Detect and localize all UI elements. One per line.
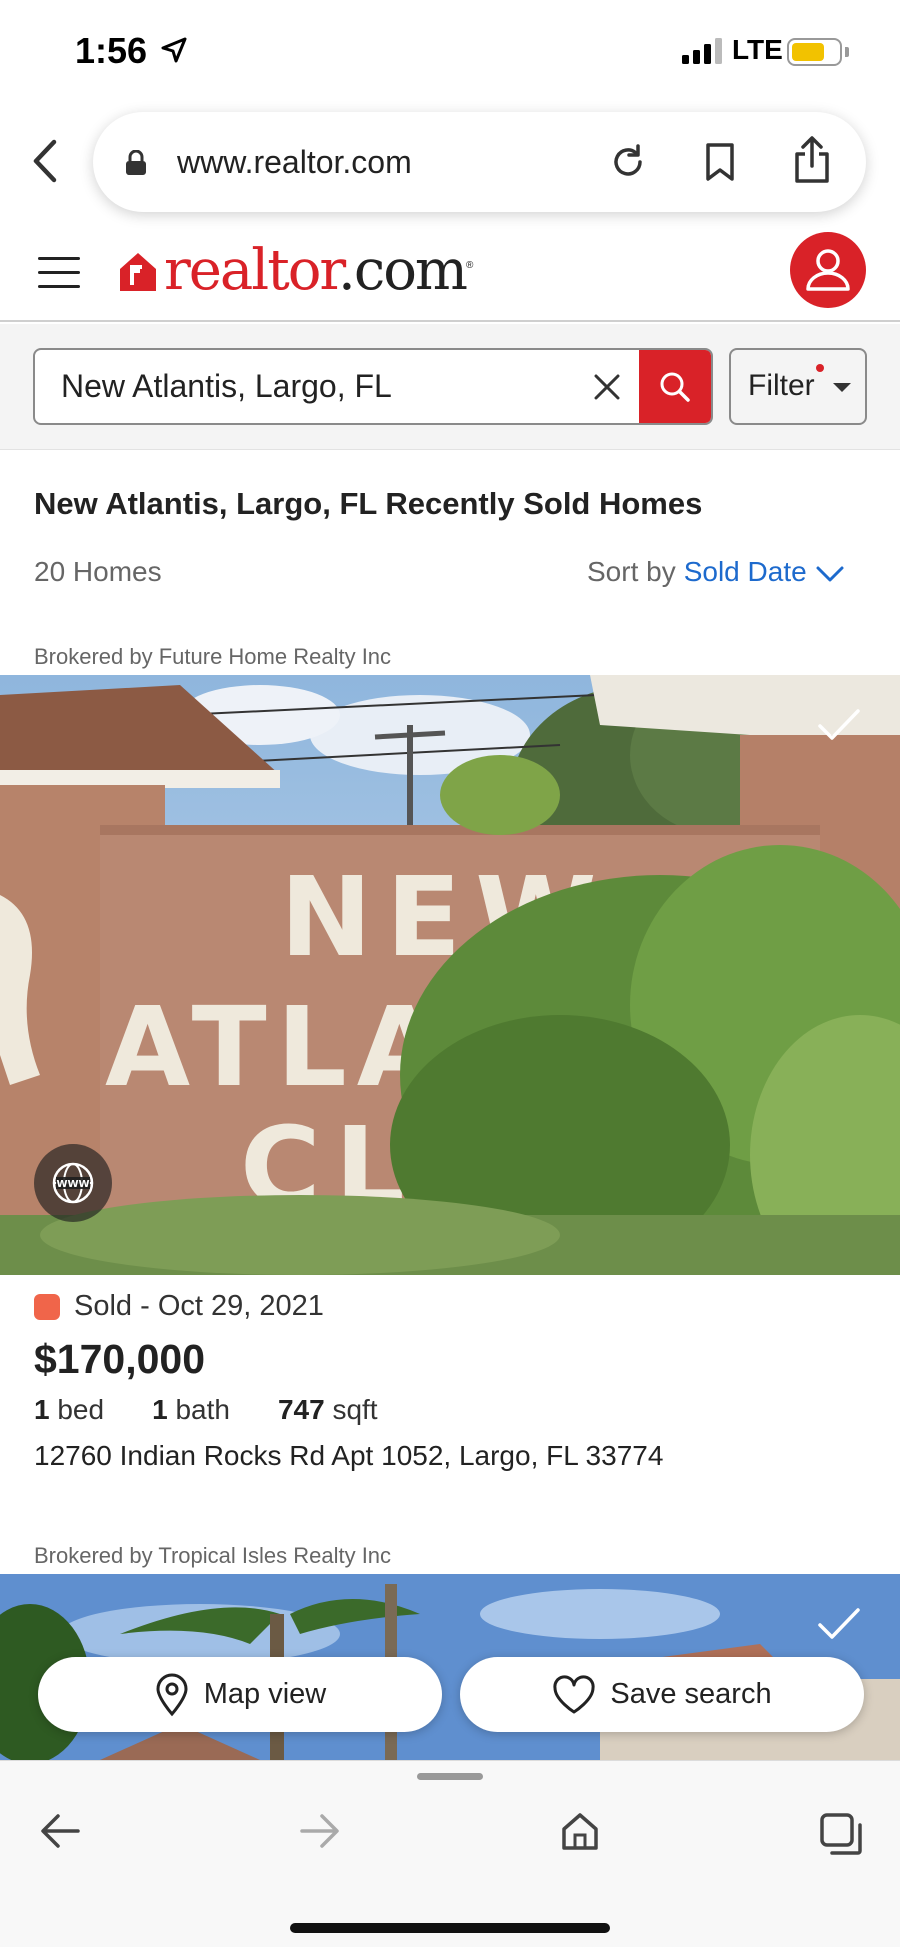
listing-broker: Brokered by Tropical Isles Realty Inc: [34, 1543, 392, 1568]
logo-text: realtor.com: [164, 238, 468, 303]
sort-value[interactable]: Sold Date: [684, 556, 807, 587]
baths-unit: bath: [175, 1394, 230, 1425]
sqft-unit: sqft: [332, 1394, 378, 1425]
chevron-down-icon: [816, 566, 844, 582]
globe-www-icon: WWW: [52, 1162, 94, 1204]
lock-icon: [126, 150, 146, 175]
virtual-tour-badge[interactable]: WWW: [34, 1144, 112, 1222]
search-value: New Atlantis, Largo, FL: [61, 368, 392, 404]
results-title: New Atlantis, Largo, FL Recently Sold Ho…: [34, 486, 703, 521]
bookmark-icon[interactable]: [703, 142, 737, 182]
listing-address[interactable]: 12760 Indian Rocks Rd Apt 1052, Largo, F…: [34, 1440, 663, 1472]
filter-active-dot: [816, 364, 824, 372]
sort-control[interactable]: Sort by Sold Date: [587, 556, 845, 588]
realtor-logo[interactable]: realtor.com ®: [118, 238, 473, 303]
save-search-label: Save search: [610, 1678, 772, 1710]
beds-value: 1: [34, 1394, 50, 1425]
share-icon[interactable]: [793, 136, 831, 184]
battery-tip: [845, 47, 849, 57]
map-view-label: Map view: [203, 1678, 327, 1710]
search-strip: New Atlantis, Largo, FL Filter: [0, 324, 900, 450]
map-view-button[interactable]: Map view: [38, 1657, 442, 1732]
nav-back-icon[interactable]: [38, 1811, 82, 1851]
clear-icon[interactable]: [592, 372, 622, 402]
search-button[interactable]: [639, 350, 711, 423]
browser-bottom-bar: [0, 1760, 900, 1947]
listing-specs: 1 bed 1 bath 747 sqft: [34, 1394, 378, 1426]
user-icon: [806, 249, 850, 291]
site-header: realtor.com ®: [0, 230, 900, 322]
menu-icon[interactable]: [38, 257, 80, 289]
location-arrow-icon: [161, 37, 187, 63]
reload-icon[interactable]: [608, 142, 648, 182]
nav-forward-icon: [300, 1814, 339, 1848]
listing-status-text: Sold - Oct 29, 2021: [74, 1290, 324, 1322]
network-type: LTE: [732, 34, 783, 65]
listing-photo[interactable]: NEW ATLANT CLU: [0, 675, 900, 1275]
sort-label: Sort by: [587, 556, 676, 587]
location-search-input[interactable]: New Atlantis, Largo, FL: [33, 348, 713, 425]
sold-status-icon: [34, 1293, 60, 1320]
map-pin-icon: [156, 1673, 188, 1716]
profile-button[interactable]: [790, 232, 866, 308]
sqft-value: 747: [277, 1394, 325, 1425]
search-icon: [660, 372, 690, 402]
check-icon[interactable]: [817, 1607, 861, 1641]
filter-button[interactable]: Filter: [729, 348, 867, 425]
save-search-button[interactable]: Save search: [460, 1657, 864, 1732]
svg-text:WWW: WWW: [56, 1179, 89, 1190]
listing-status: Sold - Oct 29, 2021: [34, 1290, 324, 1323]
back-chevron-icon[interactable]: [28, 138, 62, 184]
signal-icon: [682, 38, 722, 64]
baths-value: 1: [152, 1394, 168, 1425]
logo-registered-mark: ®: [466, 260, 474, 271]
tabs-icon[interactable]: [818, 1811, 864, 1857]
home-indicator: [290, 1923, 610, 1933]
filter-label: Filter: [748, 369, 815, 402]
caret-down-icon: [833, 383, 851, 392]
check-icon[interactable]: [817, 708, 861, 742]
listing-broker: Brokered by Future Home Realty Inc: [34, 644, 392, 669]
results-count: 20 Homes: [34, 556, 162, 587]
listing-price: $170,000: [34, 1336, 206, 1382]
nav-home-icon[interactable]: [560, 1811, 600, 1851]
battery-icon: [787, 38, 842, 66]
address-bar[interactable]: www.realtor.com: [93, 112, 866, 212]
status-bar: 1:56 LTE: [0, 0, 900, 105]
url-text: www.realtor.com: [177, 144, 412, 180]
beds-unit: bed: [57, 1394, 105, 1425]
heart-icon: [553, 1674, 595, 1713]
logo-house-icon: [120, 252, 156, 291]
sheet-grabber[interactable]: [417, 1773, 483, 1780]
status-time: 1:56: [75, 30, 148, 71]
